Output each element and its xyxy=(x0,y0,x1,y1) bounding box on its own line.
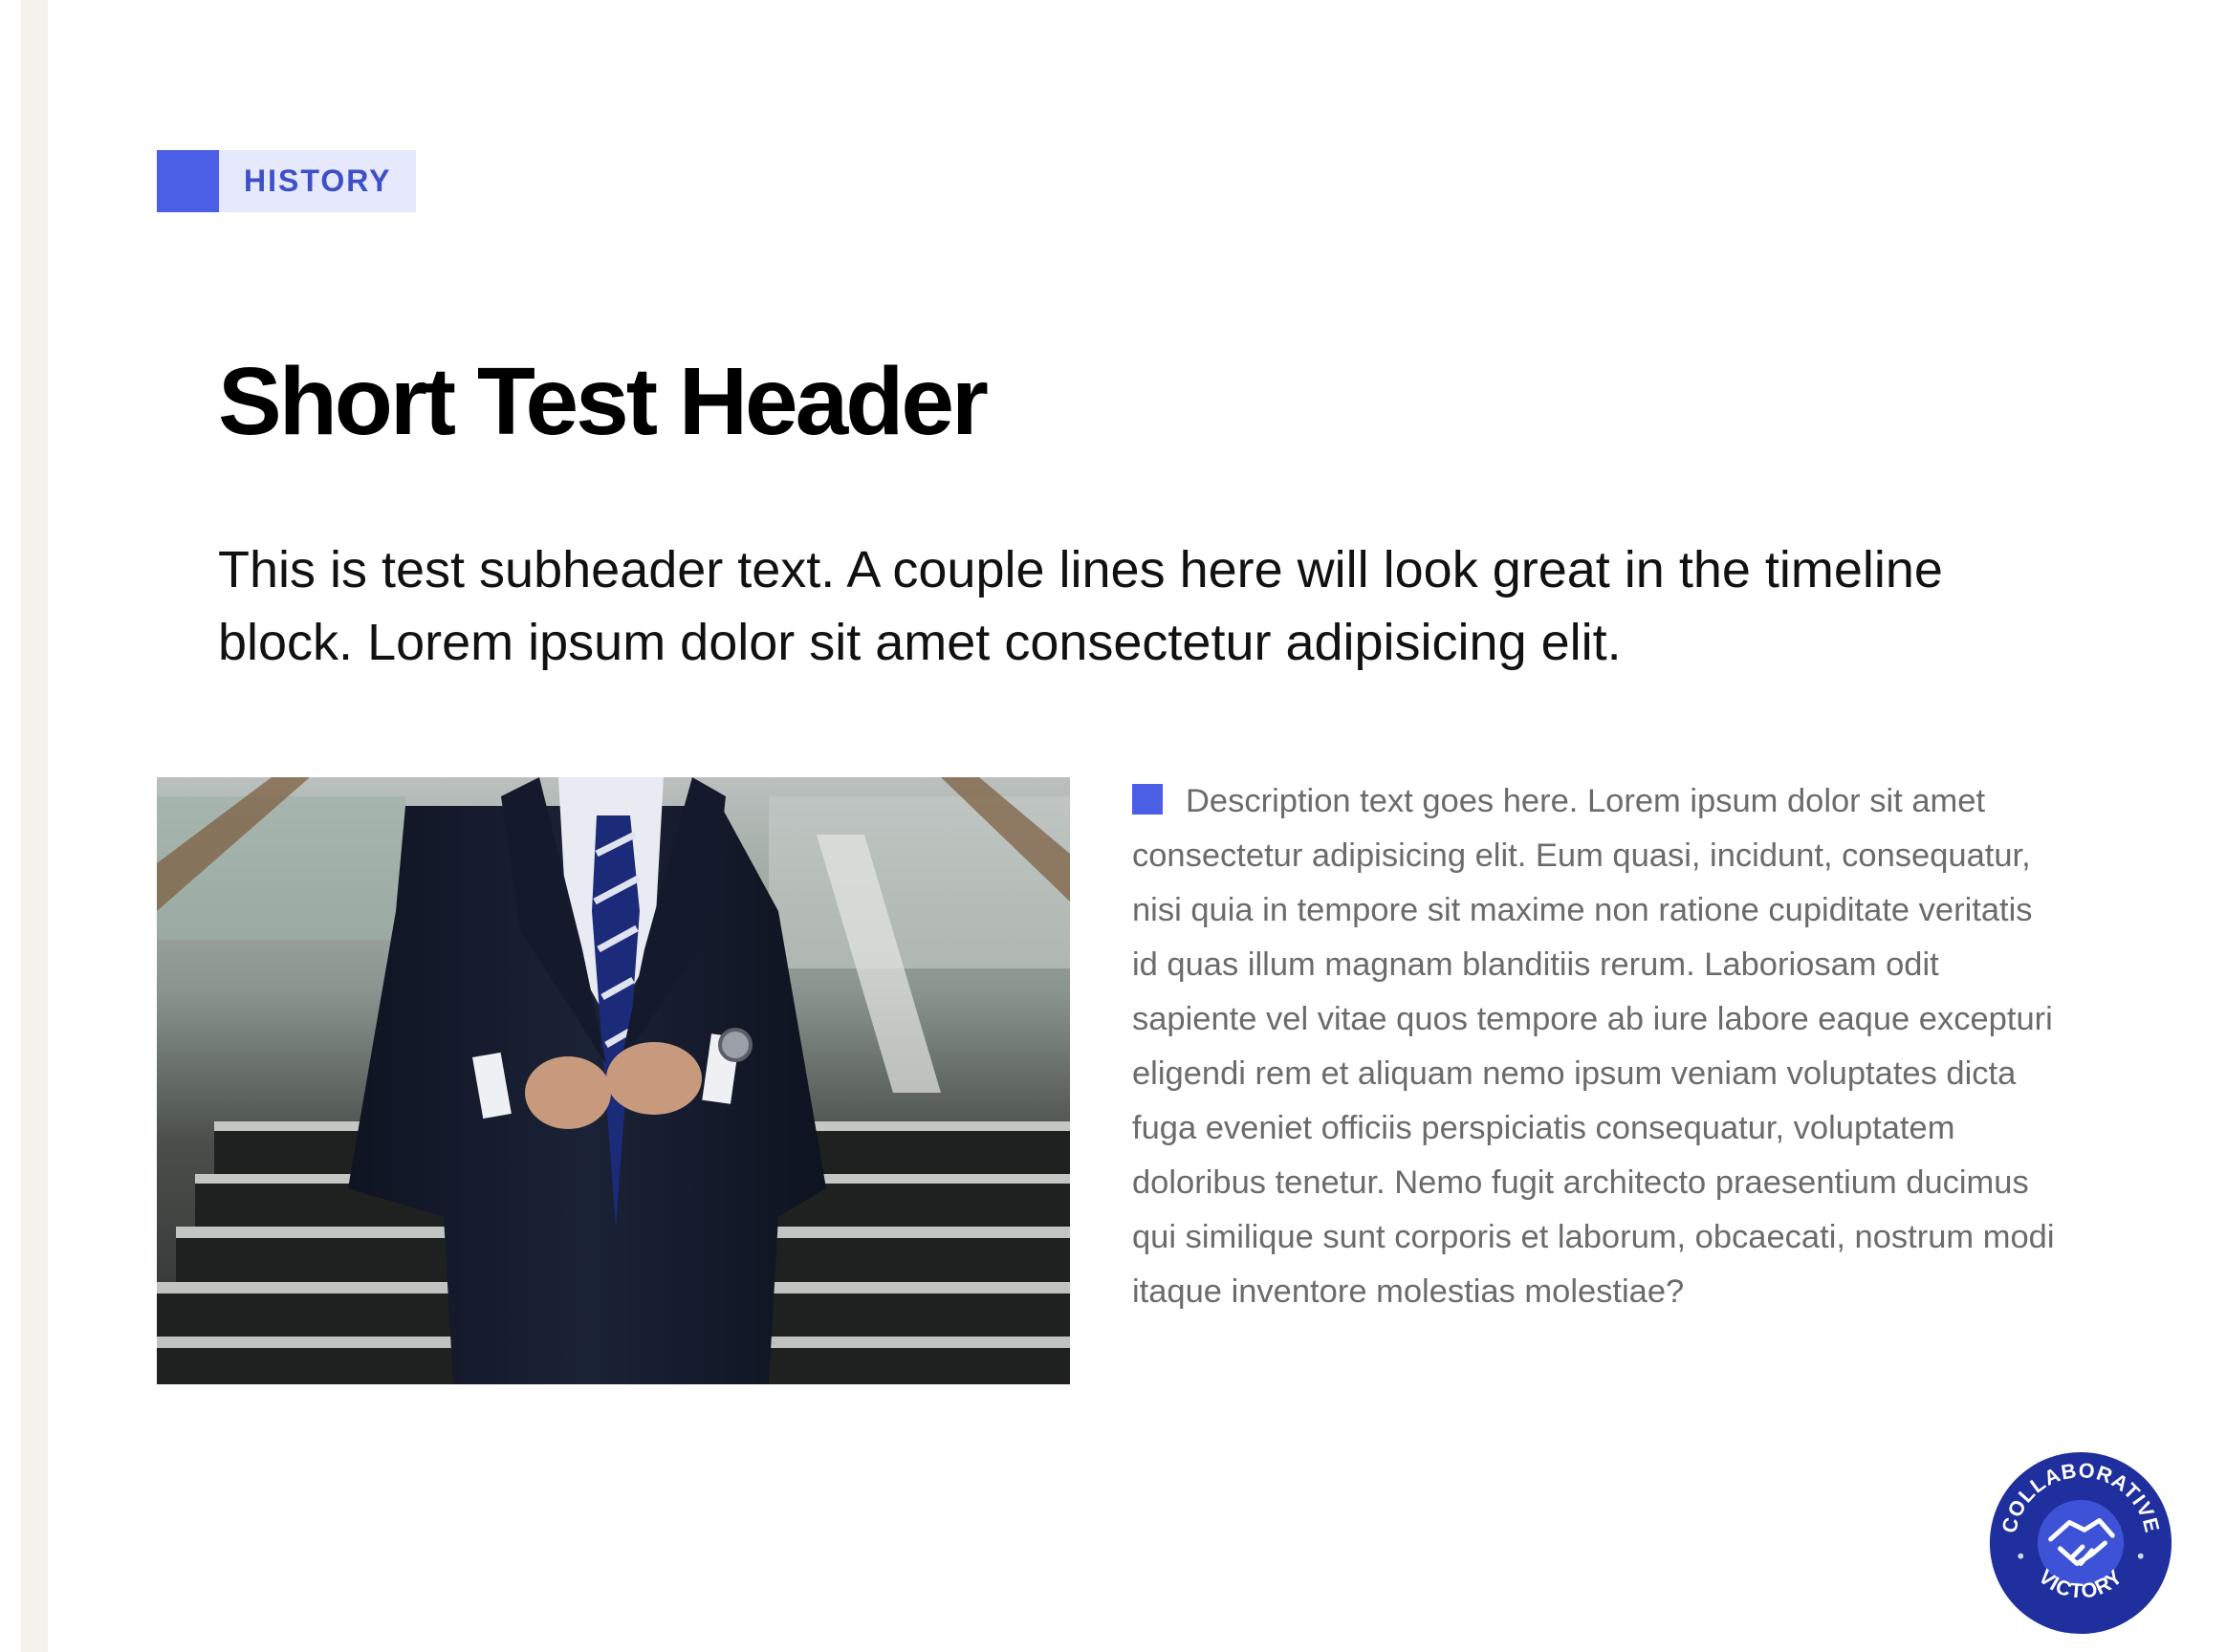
collaborative-victory-badge: COLLABORATIVE VICTORY xyxy=(1987,1449,2174,1637)
page-subtitle: This is test subheader text. A couple li… xyxy=(218,541,1943,671)
description-text: Description text goes here. Lorem ipsum … xyxy=(1132,783,2055,1310)
businessman-illustration xyxy=(157,777,1070,1384)
tag-color-swatch xyxy=(157,150,219,212)
left-rail xyxy=(21,0,48,1652)
tag-label: HISTORY xyxy=(219,150,417,212)
businessman-photo xyxy=(157,777,1070,1384)
section-tag: HISTORY xyxy=(157,150,417,212)
page-title: Short Test Header xyxy=(218,348,989,455)
